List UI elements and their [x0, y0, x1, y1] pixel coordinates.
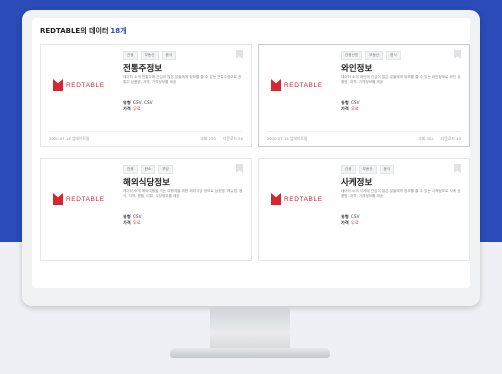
redtable-logo: REDTABLE [271, 75, 331, 95]
bookmark-icon[interactable] [454, 50, 461, 59]
tag[interactable]: 부동산 [140, 51, 159, 60]
price-value: 무료 [133, 106, 141, 111]
logo-wordmark: REDTABLE [284, 81, 323, 89]
type-value: CSV [351, 214, 360, 219]
redtable-logo: REDTABLE [271, 189, 331, 209]
logo-wordmark: REDTABLE [66, 195, 105, 203]
bookmark-icon[interactable] [454, 164, 461, 173]
card-meta: 유형 CSV 가격 무료 [341, 100, 359, 112]
type-value: CSV, CSV [133, 100, 153, 105]
card-title[interactable]: 사케정보 [341, 176, 372, 188]
tag[interactable]: 음식 [379, 165, 395, 174]
type-value: CSV [133, 214, 142, 219]
price-value: 무료 [351, 220, 359, 225]
tag[interactable]: 한소 [140, 165, 156, 174]
redtable-mark-icon [53, 79, 63, 91]
tag[interactable]: 부동산 [365, 51, 384, 60]
monitor-frame: REDTABLE의 데이터 18개 관광 부동산 음식 REDTABLE 전통주정… [22, 10, 480, 306]
card-title[interactable]: 해외식당정보 [123, 176, 170, 188]
card-meta: 유형 CSV, CSV 가격 무료 [123, 100, 153, 112]
type-value: CSV [351, 100, 360, 105]
download-count: 다운로드 40 [440, 136, 461, 141]
card-meta: 유형 CSV 가격 무료 [123, 214, 141, 226]
tag[interactable]: 부동산 [358, 165, 377, 174]
monitor-screen: REDTABLE의 데이터 18개 관광 부동산 음식 REDTABLE 전통주정… [32, 18, 470, 288]
card-footer: 2020.07.16 업데이트됨 조회 250 다운로드 56 [49, 131, 243, 142]
monitor-stand-base [170, 348, 330, 358]
price-label: 가격 [341, 220, 349, 225]
tag[interactable]: 음식 [386, 51, 401, 60]
updated-date: 2020.07.16 업데이트됨 [267, 136, 308, 141]
card-description: 데이터 소개 해외여행을 가는 여행객을 위한 해외식당 정보로 상호명, 메뉴… [123, 189, 243, 199]
card-footer: 2020.07.16 업데이트됨 조회 302 다운로드 40 [267, 131, 461, 142]
tag-list: 관광산업 부동산 음식 [341, 51, 401, 60]
tag-list: 관광 부동산 음식 [341, 165, 395, 174]
card-title[interactable]: 와인정보 [341, 62, 372, 74]
view-count: 조회 250 [200, 136, 216, 141]
updated-date: 2020.07.16 업데이트됨 [49, 136, 90, 141]
logo-wordmark: REDTABLE [66, 81, 105, 89]
card-description: 데이터 소개 사케에 관심이 많은 분들에게 정보를 줄 수 있는 사케정보로 … [341, 189, 461, 199]
tag[interactable]: 부당 [158, 165, 173, 174]
redtable-logo: REDTABLE [53, 189, 113, 209]
tag[interactable]: 관광 [123, 165, 138, 174]
price-label: 가격 [123, 220, 131, 225]
card-description: 데이터 소개 와인에 관심이 많은 분들에게 정보를 줄 수 있는 와인정보로 … [341, 75, 461, 85]
tag[interactable]: 관광 [341, 165, 356, 174]
view-count: 조회 302 [418, 136, 434, 141]
tag[interactable]: 관광 [123, 51, 138, 60]
dataset-card-overseas-restaurant[interactable]: 관광 한소 부당 REDTABLE 해외식당정보 데이터 소개 해외여행을 가는… [40, 158, 252, 261]
card-description: 데이터 소개 전통주에 관심이 많은 분들에게 정보를 줄 수 있는 전통주정보… [123, 75, 242, 85]
redtable-mark-icon [271, 193, 281, 205]
tag[interactable]: 관광산업 [341, 51, 363, 60]
logo-wordmark: REDTABLE [284, 195, 323, 203]
bookmark-icon[interactable] [236, 164, 243, 173]
page-title-text: REDTABLE의 데이터 [40, 27, 109, 35]
page-title: REDTABLE의 데이터 18개 [40, 26, 127, 36]
download-count: 다운로드 56 [222, 136, 243, 141]
card-meta: 유형 CSV 가격 무료 [341, 214, 359, 226]
price-label: 가격 [123, 106, 131, 111]
redtable-logo: REDTABLE [53, 75, 113, 95]
price-label: 가격 [341, 106, 349, 111]
data-count: 18개 [110, 27, 127, 35]
monitor-stand-neck [210, 306, 290, 350]
bookmark-icon[interactable] [236, 50, 243, 59]
dataset-card-wine[interactable]: 관광산업 부동산 음식 REDTABLE 와인정보 데이터 소개 와인에 관심이… [258, 44, 470, 147]
tag-list: 관광 한소 부당 [123, 165, 173, 174]
redtable-mark-icon [53, 193, 63, 205]
card-title[interactable]: 전통주정보 [123, 62, 162, 74]
tag-list: 관광 부동산 음식 [123, 51, 177, 60]
price-value: 무료 [133, 220, 141, 225]
price-value: 무료 [351, 106, 359, 111]
redtable-mark-icon [271, 79, 281, 91]
dataset-card-sake[interactable]: 관광 부동산 음식 REDTABLE 사케정보 데이터 소개 사케에 관심이 많… [258, 158, 470, 261]
dataset-card-traditional-liquor[interactable]: 관광 부동산 음식 REDTABLE 전통주정보 데이터 소개 전통주에 관심이… [40, 44, 252, 147]
tag[interactable]: 음식 [161, 51, 177, 60]
